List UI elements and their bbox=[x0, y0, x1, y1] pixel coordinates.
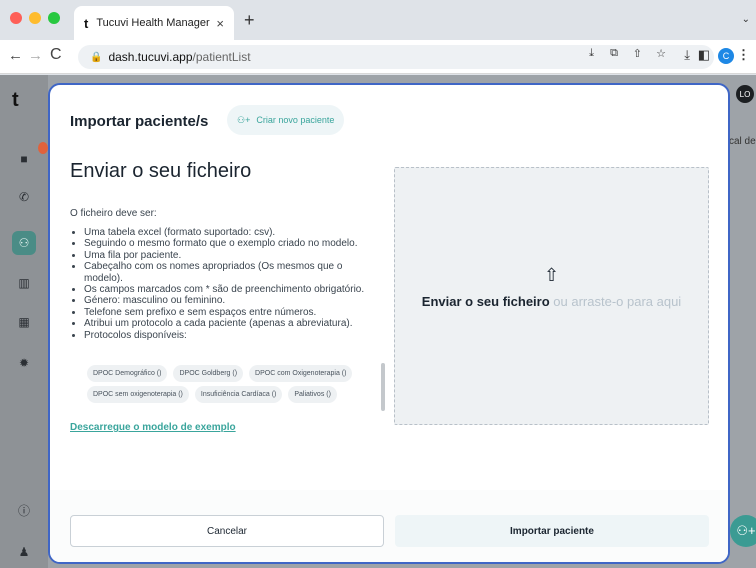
chart-icon[interactable]: ▥ bbox=[12, 271, 36, 295]
table-column-header: cal de a bbox=[729, 136, 756, 147]
lock-icon[interactable]: 🔒 bbox=[90, 52, 102, 63]
url-path: /patientList bbox=[192, 50, 251, 64]
protocol-chip: Paliativos () bbox=[288, 386, 337, 403]
upload-icon: ⇧ bbox=[543, 265, 560, 285]
user-icon[interactable]: ♟ bbox=[12, 540, 36, 564]
list-item: Uma tabela excel (formato suportado: csv… bbox=[84, 227, 380, 238]
share-icon[interactable]: ⇧ bbox=[633, 47, 642, 60]
list-item: Género: masculino ou feminino. bbox=[84, 295, 380, 306]
protocol-chip: DPOC Demográfico () bbox=[87, 365, 168, 382]
download-template-link[interactable]: Descarregue o modelo de exemplo bbox=[70, 422, 236, 433]
protocol-chip: DPOC sem oxigenoterapia () bbox=[87, 386, 189, 403]
avatar[interactable]: LO bbox=[736, 85, 754, 103]
window-close-button[interactable] bbox=[10, 12, 22, 24]
address-bar[interactable]: 🔒 dash.tucuvi.app/patientList bbox=[78, 45, 714, 69]
section-title: Enviar o seu ficheiro bbox=[70, 160, 252, 182]
protocol-chip: DPOC com Oxigenoterapia () bbox=[249, 365, 353, 382]
download-icon[interactable]: ⤓ bbox=[684, 47, 690, 63]
add-patient-fab[interactable]: ⚇+ bbox=[730, 515, 756, 547]
patients-icon[interactable]: ⚇ bbox=[12, 231, 36, 255]
add-user-icon: ⚇+ bbox=[237, 114, 251, 125]
cancel-button[interactable]: Cancelar bbox=[70, 515, 384, 547]
app-logo: t bbox=[12, 89, 19, 111]
protocol-chip: Insuficiência Cardíaca () bbox=[194, 386, 283, 403]
calendar-icon[interactable]: ▦ bbox=[12, 310, 36, 334]
modal-title: Importar paciente/s bbox=[70, 113, 209, 130]
tab-title: Tucuvi Health Manager bbox=[96, 17, 210, 29]
settings-icon[interactable]: ✹ bbox=[12, 351, 36, 375]
dropzone-drag-hint: ou arraste-o para aqui bbox=[549, 294, 682, 309]
info-icon[interactable]: ⓘ bbox=[12, 498, 36, 522]
list-item: Atribui um protocolo a cada paciente (ap… bbox=[84, 318, 380, 329]
requirements-list: Uma tabela excel (formato suportado: csv… bbox=[80, 227, 380, 341]
list-item: Uma fila por paciente. bbox=[84, 250, 380, 261]
profile-icon[interactable]: C bbox=[718, 48, 734, 64]
dashboard-icon[interactable]: ■ bbox=[12, 147, 36, 171]
install-icon[interactable]: ⤓ bbox=[589, 47, 594, 60]
list-item: Seguindo o mesmo formato que o exemplo c… bbox=[84, 238, 380, 249]
import-patient-button[interactable]: Importar paciente bbox=[395, 515, 709, 547]
sidepanel-icon[interactable]: ◧ bbox=[698, 47, 710, 63]
app-sidebar: t ■ ✆ ⚇ ▥ ▦ ✹ ⓘ ♟ bbox=[0, 75, 48, 568]
dropzone-text: Enviar o seu ficheiro ou arraste-o para … bbox=[422, 294, 681, 309]
notification-badge bbox=[38, 142, 48, 154]
tab-search-icon[interactable]: ⌄ bbox=[742, 14, 750, 25]
tab-close-icon[interactable]: × bbox=[216, 16, 224, 31]
new-tab-button[interactable]: + bbox=[244, 11, 255, 29]
browser-tab[interactable]: t Tucuvi Health Manager × bbox=[74, 6, 234, 40]
import-patient-modal: Importar paciente/s ⚇+ Criar novo pacien… bbox=[48, 83, 730, 564]
tab-favicon-icon: t bbox=[84, 15, 89, 31]
kebab-menu-icon[interactable]: ⋮ bbox=[737, 47, 750, 63]
forward-icon[interactable]: → bbox=[28, 47, 43, 64]
create-patient-button[interactable]: ⚇+ Criar novo paciente bbox=[227, 105, 345, 135]
reload-icon[interactable]: C bbox=[50, 46, 62, 64]
create-patient-label: Criar novo paciente bbox=[256, 115, 335, 125]
back-icon[interactable]: ← bbox=[8, 47, 23, 64]
browser-toolbar: ← → C 🔒 dash.tucuvi.app/patientList ⤓ ⧉ … bbox=[0, 40, 756, 74]
list-item: Protocolos disponíveis: bbox=[84, 330, 380, 341]
browser-tab-bar: t Tucuvi Health Manager × + ⌄ bbox=[0, 0, 756, 40]
requirements-intro: O ficheiro deve ser: bbox=[70, 208, 157, 219]
list-item: Telefone sem prefixo e sem espaços entre… bbox=[84, 307, 380, 318]
list-item: Cabeçalho com os nomes apropriados (Os m… bbox=[84, 261, 380, 284]
url-host: dash.tucuvi.app bbox=[108, 50, 193, 64]
list-item: Os campos marcados com * são de preenchi… bbox=[84, 284, 380, 295]
translate-icon[interactable]: ⧉ bbox=[610, 47, 618, 60]
bookmark-star-icon[interactable]: ☆ bbox=[656, 47, 666, 60]
phone-icon[interactable]: ✆ bbox=[12, 185, 36, 209]
dropzone-upload-label[interactable]: Enviar o seu ficheiro bbox=[422, 294, 550, 309]
protocol-chips: DPOC Demográfico () DPOC Goldberg () DPO… bbox=[87, 365, 369, 403]
requirements-scrollbar[interactable] bbox=[381, 363, 385, 411]
modal-footer: Cancelar Importar paciente bbox=[50, 490, 728, 562]
window-minimize-button[interactable] bbox=[29, 12, 41, 24]
file-dropzone[interactable]: ⇧ Enviar o seu ficheiro ou arraste-o par… bbox=[394, 167, 709, 425]
window-maximize-button[interactable] bbox=[48, 12, 60, 24]
protocol-chip: DPOC Goldberg () bbox=[173, 365, 244, 382]
